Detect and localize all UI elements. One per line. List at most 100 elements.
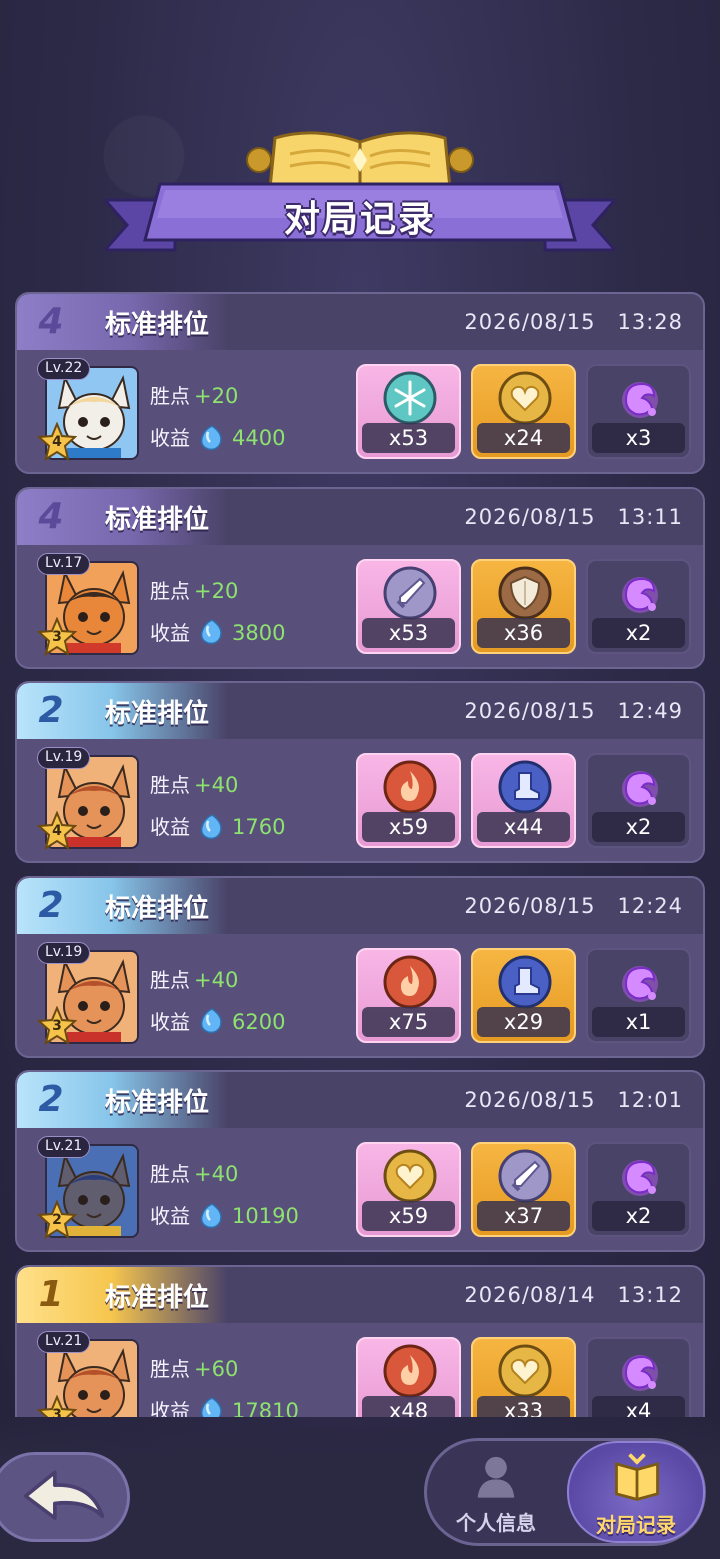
mode-label: 标准排位 — [105, 1088, 210, 1119]
spirit-icon — [622, 1160, 658, 1197]
points-value: +20 — [194, 578, 239, 603]
star-badge: 3 — [36, 1005, 78, 1046]
tab-profile[interactable]: 个人信息 — [427, 1441, 565, 1543]
record-date: 2026/08/15 — [464, 699, 596, 724]
back-button[interactable] — [0, 1452, 130, 1542]
item-count: x59 — [362, 1201, 455, 1232]
points-row: 胜点 +40 — [150, 964, 238, 993]
income-value: 6200 — [232, 1009, 286, 1034]
item-count: x53 — [362, 617, 455, 648]
item-slot[interactable]: x48 — [356, 1336, 461, 1417]
points-label: 胜点 — [150, 1356, 190, 1381]
back-arrow-icon — [23, 1470, 105, 1520]
spirit-icon — [622, 576, 658, 613]
rank-number: 2 — [38, 690, 64, 732]
star-count: 4 — [52, 823, 62, 840]
match-record-list[interactable]: 4 标准排位 2026/08/15 13:28 Lv.22 4 胜点 +20 收益 … — [15, 292, 705, 1417]
points-label: 胜点 — [150, 967, 190, 992]
person-icon — [477, 1456, 515, 1498]
timestamp: 2026/08/15 13:28 — [464, 310, 683, 334]
points-label: 胜点 — [150, 1162, 190, 1187]
spirit-icon — [622, 382, 658, 418]
item-slot[interactable]: x59 — [356, 1142, 461, 1238]
match-record-card[interactable]: 2 标准排位 2026/08/15 12:24 Lv.19 3 胜点 +40 收益 … — [15, 875, 705, 1058]
item-slot[interactable]: x4 — [586, 1336, 691, 1417]
item-count: x59 — [362, 812, 455, 843]
mode-label: 标准排位 — [105, 504, 210, 535]
income-row: 收益 6200 — [150, 1006, 285, 1040]
item-slot[interactable]: x36 — [471, 558, 576, 654]
points-value: +40 — [194, 967, 239, 992]
boot-icon — [498, 955, 552, 1009]
match-record-card[interactable]: 4 标准排位 2026/08/15 13:28 Lv.22 4 胜点 +20 收益 … — [15, 292, 705, 474]
item-count: x33 — [477, 1395, 570, 1417]
timestamp: 2026/08/14 13:12 — [464, 1283, 683, 1307]
item-slot[interactable]: x75 — [356, 947, 461, 1043]
rank-number: 2 — [38, 884, 64, 926]
points-label: 胜点 — [150, 773, 190, 798]
fire-icon — [383, 955, 437, 1009]
rank-number: 4 — [38, 495, 64, 537]
item-slot[interactable]: x2 — [586, 558, 691, 654]
record-date: 2026/08/15 — [464, 310, 596, 334]
item-count: x4 — [592, 1395, 685, 1417]
level-badge: Lv.22 — [37, 358, 91, 380]
star-count: 3 — [52, 1406, 62, 1417]
item-count: x2 — [592, 812, 685, 843]
item-count: x2 — [592, 1201, 685, 1232]
star-badge: 2 — [36, 1199, 78, 1240]
fire-icon — [383, 760, 437, 814]
star-count: 3 — [52, 628, 62, 645]
item-count: x1 — [592, 1006, 685, 1037]
sword-icon — [498, 1149, 552, 1203]
level-badge: Lv.19 — [37, 747, 91, 770]
income-label: 收益 — [150, 1398, 190, 1417]
record-time: 13:12 — [617, 1282, 683, 1307]
item-slot[interactable]: x53 — [356, 558, 461, 654]
income-value: 10190 — [232, 1204, 299, 1229]
item-slot[interactable]: x37 — [471, 1142, 576, 1238]
star-count: 4 — [52, 434, 62, 450]
points-row: 胜点 +40 — [150, 769, 238, 798]
star-badge: 3 — [36, 615, 78, 657]
match-record-card[interactable]: 4 标准排位 2026/08/15 13:11 Lv.17 3 胜点 +20 收益 … — [15, 486, 705, 669]
match-record-card[interactable]: 1 标准排位 2026/08/14 13:12 Lv.21 3 胜点 +60 收益 … — [15, 1264, 705, 1417]
item-count: x3 — [592, 423, 685, 453]
item-count: x44 — [477, 812, 570, 843]
tab-match-records[interactable]: 对局记录 — [567, 1441, 705, 1543]
item-slot[interactable]: x44 — [471, 753, 576, 849]
timestamp: 2026/08/15 12:49 — [464, 699, 683, 723]
points-row: 胜点 +60 — [150, 1353, 238, 1382]
level-badge: Lv.17 — [37, 552, 91, 575]
gem-icon — [200, 619, 222, 645]
mode-label: 标准排位 — [105, 1282, 210, 1313]
heart-icon — [498, 371, 552, 425]
record-date: 2026/08/15 — [464, 504, 596, 529]
item-slot[interactable]: x2 — [586, 1142, 691, 1238]
spirit-icon — [622, 1354, 658, 1391]
item-slot[interactable]: x3 — [586, 364, 691, 459]
spirit-icon — [622, 771, 658, 808]
item-slot[interactable]: x53 — [356, 364, 461, 459]
star-badge: 4 — [36, 810, 78, 851]
match-record-card[interactable]: 2 标准排位 2026/08/15 12:49 Lv.19 4 胜点 +40 收益 … — [15, 681, 705, 864]
item-slot[interactable]: x24 — [471, 364, 576, 459]
income-label: 收益 — [150, 426, 190, 450]
item-slot[interactable]: x33 — [471, 1336, 576, 1417]
item-slot[interactable]: x59 — [356, 753, 461, 849]
item-count: x37 — [477, 1201, 570, 1232]
level-badge: Lv.21 — [37, 1136, 91, 1159]
match-record-card[interactable]: 2 标准排位 2026/08/15 12:01 Lv.21 2 胜点 +40 收益 … — [15, 1070, 705, 1253]
item-count: x24 — [477, 423, 570, 453]
boot-icon — [498, 760, 552, 814]
timestamp: 2026/08/15 13:11 — [464, 505, 683, 529]
points-value: +60 — [194, 1356, 239, 1381]
page-title: 对局记录 — [283, 199, 436, 240]
item-slot[interactable]: x1 — [586, 947, 691, 1043]
item-slot[interactable]: x2 — [586, 753, 691, 849]
fire-icon — [383, 1344, 437, 1398]
income-label: 收益 — [150, 620, 190, 645]
item-slot[interactable]: x29 — [471, 947, 576, 1043]
rank-number: 1 — [38, 1273, 64, 1315]
income-value: 4400 — [232, 426, 286, 450]
